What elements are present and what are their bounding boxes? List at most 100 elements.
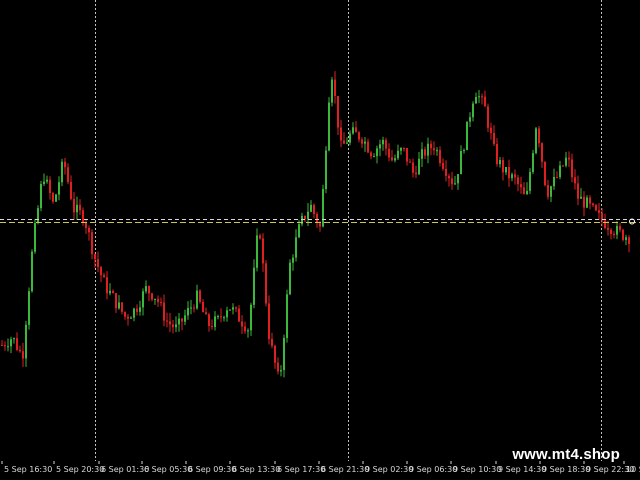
price-chart[interactable]: 05 Sep 16:305 Sep 20:306 Sep 01:306 Sep … — [0, 0, 640, 480]
x-tick-label: 6 Sep 05:30 — [144, 465, 192, 474]
candle-bear — [406, 148, 408, 162]
candle-bear — [22, 351, 24, 359]
candle-bull — [223, 317, 225, 319]
candle-bull — [505, 166, 507, 173]
candle-bear — [235, 307, 237, 309]
candle-bear — [316, 214, 318, 224]
candle-bear — [493, 132, 495, 145]
candle-bull — [625, 237, 627, 240]
candle-bull — [328, 102, 330, 151]
candle-bull — [382, 139, 384, 145]
candle-bear — [610, 229, 612, 234]
candle-bear — [205, 312, 207, 315]
candle-bear — [220, 316, 222, 318]
candle-bear — [241, 321, 243, 327]
candle-bull — [13, 338, 15, 340]
candle-bull — [76, 204, 78, 213]
candle-bear — [487, 106, 489, 128]
x-tick-label: 9 Sep 18:30 — [542, 465, 590, 474]
candle-bull — [376, 148, 378, 157]
candle-bear — [547, 185, 549, 197]
candle-bull — [478, 96, 480, 98]
candle-bear — [403, 147, 405, 149]
candle-bull — [55, 194, 57, 202]
candle-bear — [523, 187, 525, 195]
candle-bear — [508, 166, 510, 179]
candle-bear — [52, 192, 54, 202]
candle-bull — [133, 308, 135, 318]
candle-bull — [178, 318, 180, 325]
candle-bull — [499, 160, 501, 165]
candle-bull — [394, 158, 396, 161]
candle-bear — [391, 157, 393, 161]
x-tick-label: 5 Sep 16:30 — [4, 465, 52, 474]
candle-bull — [61, 161, 63, 183]
candle-bear — [451, 178, 453, 185]
candle-bear — [106, 277, 108, 294]
x-tick-label: 6 Sep 21:30 — [321, 465, 369, 474]
candle-bull — [280, 370, 282, 372]
candle-bull — [400, 147, 402, 151]
watermark: www.mt4.shop — [512, 446, 620, 463]
candle-bear — [541, 143, 543, 162]
x-tick-label: 9 Sep 14:30 — [498, 465, 546, 474]
candle-bull — [475, 97, 477, 104]
candle-bull — [214, 316, 216, 328]
candle-bear — [271, 338, 273, 346]
candle-bull — [145, 286, 147, 292]
candle-bear — [16, 338, 18, 350]
candle-bear — [448, 175, 450, 179]
candle-bull — [379, 144, 381, 149]
candle-bear — [607, 227, 609, 230]
x-tick-label: 9 Sep 10:30 — [453, 465, 501, 474]
candle-bear — [556, 176, 558, 178]
candle-bull — [184, 315, 186, 322]
candle-bear — [238, 308, 240, 322]
candle-bear — [169, 321, 171, 325]
candle-bear — [166, 320, 168, 322]
candle-bull — [559, 165, 561, 178]
candle-bear — [313, 204, 315, 215]
candle-bull — [553, 176, 555, 187]
candle-bear — [127, 316, 129, 319]
candle-bear — [277, 362, 279, 372]
candle-bear — [148, 286, 150, 294]
candle-bull — [469, 117, 471, 122]
candle-bull — [292, 257, 294, 263]
candle-bull — [529, 171, 531, 191]
candle-bull — [25, 324, 27, 359]
candle-bear — [370, 152, 372, 157]
candle-bear — [304, 215, 306, 220]
candle-bear — [358, 132, 360, 140]
candle-bull — [7, 346, 9, 348]
candle-bear — [79, 204, 81, 211]
candle-bear — [67, 167, 69, 182]
candle-bear — [157, 298, 159, 303]
candle-bull — [10, 339, 12, 347]
candle-bull — [586, 197, 588, 208]
x-tick-label: 6 Sep 17:30 — [277, 465, 325, 474]
candle-bear — [385, 139, 387, 149]
candle-bear — [268, 303, 270, 339]
x-tick-label: 9 Sep 06:30 — [409, 465, 457, 474]
candle-bull — [472, 103, 474, 118]
candle-bear — [502, 160, 504, 173]
candle-bear — [520, 184, 522, 188]
candle-bear — [208, 314, 210, 326]
candle-bull — [331, 79, 333, 103]
x-tick-label: 10 Sep — [626, 465, 640, 474]
candle-bear — [517, 177, 519, 185]
candle-bull — [232, 307, 234, 310]
candle-bull — [130, 317, 132, 319]
candle-bear — [622, 229, 624, 240]
candle-bull — [253, 267, 255, 305]
candle-bear — [544, 161, 546, 186]
candle-bear — [103, 275, 105, 278]
candle-bear — [85, 222, 87, 228]
candle-bear — [97, 259, 99, 268]
candle-bear — [4, 345, 6, 347]
candle-bull — [295, 237, 297, 258]
candle-bear — [619, 226, 621, 230]
candle-bear — [193, 307, 195, 309]
candle-bear — [88, 227, 90, 233]
